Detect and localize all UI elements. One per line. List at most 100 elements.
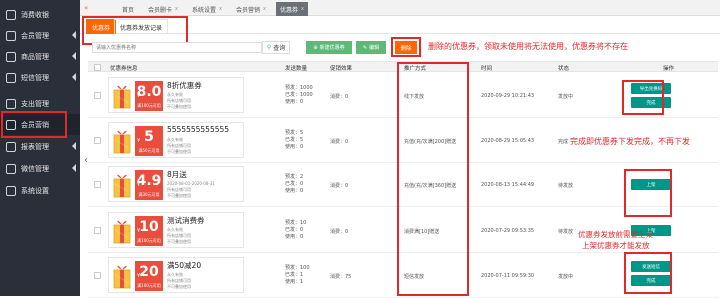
cash-register-icon <box>6 9 16 20</box>
coupon-share: 不可叠加使用 <box>167 284 191 289</box>
row-checkbox[interactable] <box>94 137 101 144</box>
sidebar-item-label: 消费收银 <box>21 10 49 19</box>
row-action-button[interactable]: 导出兑换码 <box>631 83 671 94</box>
wechat-icon <box>6 163 16 174</box>
gift-bag-icon <box>113 265 131 289</box>
delete-annotation: 删除的优惠券，领取未使用将无法使用，优惠券将不存在 <box>428 42 628 51</box>
table-row[interactable]: ¥4.9 满30元可用 8月送 2020-08-01-2020-08-31 所有店铺可用… <box>88 162 718 207</box>
coupon-value: 5 <box>144 129 154 145</box>
new-coupon-button[interactable]: ⊕ 新建优惠券 <box>306 41 352 54</box>
row-checkbox[interactable] <box>94 181 101 188</box>
status-text: 待发放 <box>558 183 574 189</box>
coupon-validity: 2020-08-01-2020-08-31 <box>167 181 215 186</box>
chevron-left-icon <box>72 73 76 81</box>
sidebar-item-expense[interactable]: 支出管理 <box>0 93 80 114</box>
promo-method: 消费满[10]赠送 <box>404 229 440 235</box>
expense-icon <box>6 98 16 109</box>
promo-method: 短信发放 <box>404 274 425 280</box>
coupon-ticket: ¥8.0 满100元可用 <box>135 81 163 111</box>
tab-coupon-list[interactable]: 优惠券 <box>86 19 117 34</box>
sidebar-item-marketing[interactable]: 会员营销 <box>0 114 80 135</box>
sidebar-item-wechat[interactable]: 微信管理 <box>0 158 80 179</box>
promo-method: 线下发放 <box>404 94 425 100</box>
goods-icon <box>6 51 16 62</box>
coupon-share: 不可叠加使用 <box>167 149 191 154</box>
coupon-card: ¥8.0 满100元可用 8折优惠券 永久有效 所有店铺可用 不可叠加使用 <box>108 77 244 113</box>
sidebar-item-reports[interactable]: 报表管理 <box>0 136 80 157</box>
sidebar-item-label: 系统设置 <box>21 186 49 195</box>
table-row[interactable]: ¥8.0 满100元可用 8折优惠券 永久有效 所有店铺可用 不可叠加使用 预发：1000 已… <box>88 73 718 118</box>
row-action-button[interactable]: 发送短信 <box>631 261 671 272</box>
coupon-value: 8.0 <box>136 84 162 100</box>
sidebar-item-members[interactable]: 会员管理 <box>0 25 80 46</box>
query-button[interactable]: ⚲ 查询 <box>262 41 290 54</box>
chevron-left-icon <box>72 31 76 39</box>
row-checkbox[interactable] <box>94 272 101 279</box>
close-icon[interactable]: x <box>263 6 266 12</box>
tab-home[interactable]: 首页 <box>118 2 138 16</box>
collapse-menu-icon[interactable]: « <box>84 4 88 12</box>
column-header: 状态 <box>558 66 570 72</box>
gift-bag-icon <box>113 174 131 198</box>
gift-bag-icon <box>113 85 131 109</box>
tab-system-settings[interactable]: 系统设置 x <box>188 2 226 16</box>
tab-member-card[interactable]: 会员删卡 x <box>144 2 182 16</box>
send-count: 预发：5 已发：5 使用：0 <box>285 130 304 150</box>
close-icon[interactable]: x <box>175 6 178 12</box>
coupon-share: 不可叠加使用 <box>167 104 191 109</box>
coupon-condition: 满100元可用 <box>137 283 161 288</box>
sidebar-item-goods[interactable]: 商品管理 <box>0 46 80 67</box>
edit-button[interactable]: ✎ 编辑 <box>356 41 386 54</box>
coupon-share: 不可叠加使用 <box>167 239 191 244</box>
coupon-name: 5555555555555 <box>167 125 230 134</box>
publish-annotation-1: 优惠券发放前需要上架 <box>578 230 653 239</box>
sidebar-item-settings[interactable]: 系统设置 <box>0 180 80 201</box>
coupon-ticket: ¥20 满100元可用 <box>135 261 163 291</box>
publish-annotation-2: 上架优惠券才能发放 <box>582 241 650 250</box>
user-icon <box>6 30 16 41</box>
sidebar-item-sms[interactable]: 短信管理 <box>0 67 80 88</box>
sub-tab-bar <box>80 16 720 34</box>
coupon-name: 8月送 <box>167 170 187 179</box>
plus-icon: ⊕ <box>313 44 318 51</box>
coupon-name: 8折优惠券 <box>167 81 202 90</box>
row-action-button[interactable]: 完成 <box>631 275 671 286</box>
coupon-card: ¥10 满100元可用 测试消费券 永久有效 所有店铺可用 不可叠加使用 <box>108 212 244 248</box>
gift-bag-icon <box>113 220 131 244</box>
sidebar-item-label: 微信管理 <box>21 164 49 173</box>
row-checkbox[interactable] <box>94 92 101 99</box>
row-checkbox[interactable] <box>94 227 101 234</box>
promo-method: 充值(充/次满[360]赠送 <box>404 183 457 189</box>
coupon-value: 10 <box>139 219 159 235</box>
promo-effect: 消费：0 <box>330 229 349 235</box>
edit-icon: ✎ <box>362 44 368 51</box>
report-icon <box>6 141 16 152</box>
row-action-button[interactable]: 上架 <box>631 179 671 190</box>
close-icon[interactable]: x <box>301 6 304 12</box>
table-header: 优惠券信息 发送数量 促销效果 推广方式 时间 状态 操作 <box>88 61 718 72</box>
select-all-checkbox[interactable] <box>94 64 101 71</box>
timestamp: 2020-07-29 09:53:35 <box>481 228 535 234</box>
coupon-value: 4.9 <box>136 173 162 189</box>
tab-coupons[interactable]: 优惠券 x <box>276 2 308 16</box>
row-action-button[interactable]: 完成 <box>631 97 671 108</box>
chevron-left-icon <box>72 52 76 60</box>
tab-member-marketing[interactable]: 会员营销 x <box>232 2 270 16</box>
close-icon[interactable]: x <box>219 6 222 12</box>
status-text: 发放中 <box>558 274 574 280</box>
sidebar-item-label: 会员管理 <box>21 31 49 40</box>
complete-annotation: 完成即优惠券下发完成，不再下发 <box>570 137 690 146</box>
send-count: 预发：10 已发：0 使用：0 <box>285 220 307 240</box>
sidebar-item-cashier[interactable]: 消费收银 <box>0 4 80 25</box>
column-header: 时间 <box>481 66 493 72</box>
table-row[interactable]: ¥20 满100元可用 满50减20 永久有效 所有店铺可用 不可叠加使用 预发：100 已发… <box>88 253 718 298</box>
search-input[interactable] <box>92 42 262 53</box>
tab-coupon-records[interactable]: 优惠券发放记录 <box>114 19 169 34</box>
status-text: 待发放 <box>558 229 574 235</box>
timestamp: 2020-09-29 10:21:43 <box>481 93 535 99</box>
send-count: 预发：2 已发：0 使用：0 <box>285 174 304 194</box>
timestamp: 2020-07-11 09:59:30 <box>481 273 535 279</box>
column-header: 推广方式 <box>404 66 427 72</box>
promo-effect: 消费：75 <box>330 274 352 280</box>
delete-button[interactable]: 删除 <box>395 41 417 54</box>
